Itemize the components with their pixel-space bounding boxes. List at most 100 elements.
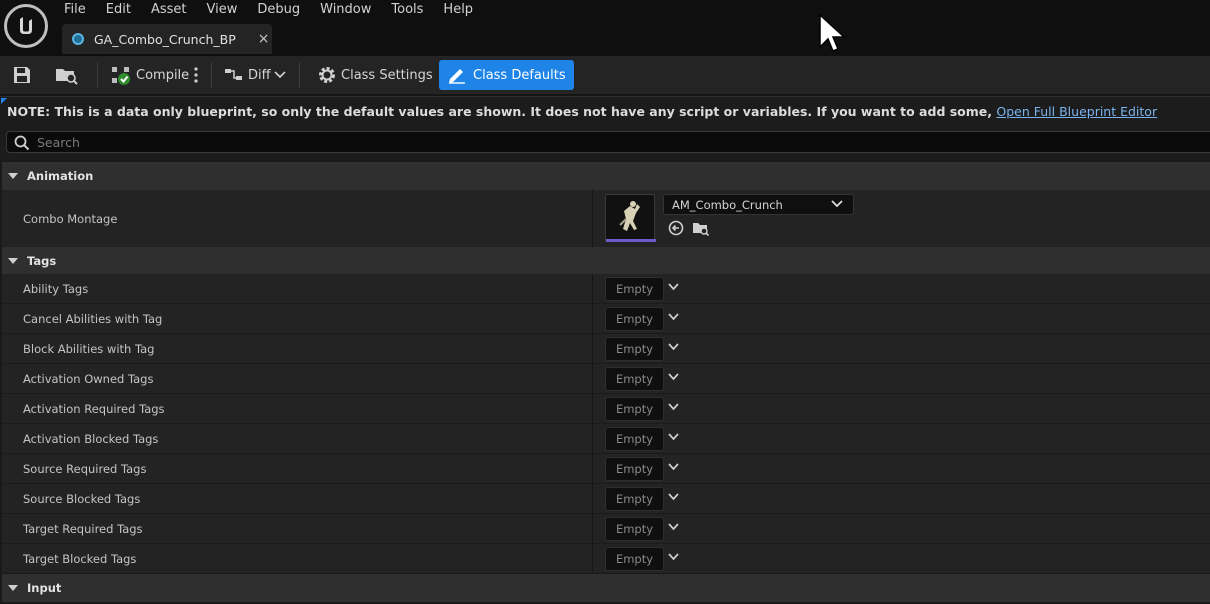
compile-options-button[interactable] bbox=[193, 60, 199, 90]
diff-button[interactable]: Diff bbox=[224, 60, 286, 90]
chevron-down-icon[interactable] bbox=[668, 343, 679, 351]
tag-row-block-abilities: Block Abilities with Tag Empty bbox=[2, 334, 1210, 364]
chevron-down-icon[interactable] bbox=[668, 283, 679, 291]
diff-label: Diff bbox=[248, 67, 271, 83]
combo-montage-dropdown[interactable]: AM_Combo_Crunch bbox=[663, 194, 854, 215]
property-label: Activation Owned Tags bbox=[23, 372, 154, 386]
notice-text-line: NOTE: This is a data only blueprint, so … bbox=[7, 104, 1157, 119]
search-input[interactable] bbox=[37, 134, 1137, 151]
tag-container-button[interactable]: Empty bbox=[605, 277, 664, 301]
chevron-down-icon bbox=[831, 200, 843, 208]
expand-arrow-icon bbox=[8, 173, 18, 179]
tag-row-activation-owned: Activation Owned Tags Empty bbox=[2, 364, 1210, 394]
menu-file[interactable]: File bbox=[54, 0, 96, 20]
column-divider bbox=[592, 394, 593, 423]
open-full-blueprint-editor-link[interactable]: Open Full Blueprint Editor bbox=[996, 104, 1157, 119]
column-divider bbox=[592, 514, 593, 543]
compile-label: Compile bbox=[136, 67, 190, 83]
tag-container-button[interactable]: Empty bbox=[605, 367, 664, 391]
save-button[interactable] bbox=[12, 60, 32, 90]
menu-view[interactable]: View bbox=[197, 0, 248, 20]
animation-montage-icon bbox=[619, 201, 640, 231]
chevron-down-icon[interactable] bbox=[668, 433, 679, 441]
save-icon bbox=[14, 67, 30, 83]
search-bar bbox=[0, 124, 1210, 160]
notice-text: NOTE: This is a data only blueprint, so … bbox=[7, 104, 993, 119]
tag-container-button[interactable]: Empty bbox=[605, 487, 664, 511]
chevron-down-icon bbox=[274, 71, 286, 79]
property-label: Block Abilities with Tag bbox=[23, 342, 155, 356]
menu-tools[interactable]: Tools bbox=[381, 0, 433, 20]
menu-edit[interactable]: Edit bbox=[96, 0, 141, 20]
class-defaults-label: Class Defaults bbox=[473, 67, 566, 83]
unreal-logo-icon[interactable] bbox=[4, 4, 48, 48]
search-icon bbox=[14, 135, 30, 151]
search-box bbox=[6, 131, 1210, 153]
column-divider bbox=[592, 544, 593, 573]
close-tab-button[interactable]: × bbox=[258, 31, 270, 47]
chevron-down-icon[interactable] bbox=[668, 313, 679, 321]
document-tab[interactable]: GA_Combo_Crunch_BP × bbox=[62, 24, 272, 54]
column-divider bbox=[592, 484, 593, 513]
tag-container-button[interactable]: Empty bbox=[605, 547, 664, 571]
toolbar-separator bbox=[299, 62, 300, 88]
chevron-down-icon[interactable] bbox=[668, 463, 679, 471]
tag-container-button[interactable]: Empty bbox=[605, 427, 664, 451]
column-divider bbox=[592, 274, 593, 303]
chevron-down-icon[interactable] bbox=[668, 373, 679, 381]
menu-debug[interactable]: Debug bbox=[247, 0, 310, 20]
tag-container-button[interactable]: Empty bbox=[605, 337, 664, 361]
column-divider bbox=[592, 190, 593, 248]
category-animation[interactable]: Animation bbox=[2, 162, 1210, 190]
menu-help[interactable]: Help bbox=[433, 0, 483, 20]
category-input[interactable]: Input bbox=[2, 574, 1210, 602]
tag-row-source-blocked: Source Blocked Tags Empty bbox=[2, 484, 1210, 514]
folder-search-icon bbox=[56, 69, 78, 85]
tag-row-target-blocked: Target Blocked Tags Empty bbox=[2, 544, 1210, 574]
browse-asset-icon[interactable] bbox=[692, 220, 710, 236]
column-divider bbox=[592, 334, 593, 363]
diff-icon bbox=[225, 69, 242, 80]
class-settings-label: Class Settings bbox=[341, 67, 433, 83]
property-label: Source Blocked Tags bbox=[23, 492, 141, 506]
property-label: Ability Tags bbox=[23, 282, 89, 296]
category-label: Tags bbox=[27, 254, 57, 268]
compile-button[interactable]: Compile bbox=[110, 60, 189, 90]
column-divider bbox=[592, 424, 593, 453]
browse-button[interactable] bbox=[55, 60, 79, 90]
class-defaults-button[interactable]: Class Defaults bbox=[439, 60, 574, 90]
tag-row-cancel-abilities: Cancel Abilities with Tag Empty bbox=[2, 304, 1210, 334]
category-tags[interactable]: Tags bbox=[2, 247, 1210, 275]
chevron-down-icon[interactable] bbox=[668, 523, 679, 531]
compile-check-icon bbox=[112, 67, 130, 85]
combo-montage-row: Combo Montage AM_Combo_Crunch bbox=[2, 190, 1210, 248]
menu-window[interactable]: Window bbox=[310, 0, 381, 20]
tag-container-button[interactable]: Empty bbox=[605, 397, 664, 421]
property-label: Cancel Abilities with Tag bbox=[23, 312, 163, 326]
gear-icon bbox=[319, 67, 335, 83]
tag-row-activation-blocked: Activation Blocked Tags Empty bbox=[2, 424, 1210, 454]
category-label: Input bbox=[27, 581, 62, 595]
property-label: Target Required Tags bbox=[23, 522, 143, 536]
property-label: Source Required Tags bbox=[23, 462, 147, 476]
asset-type-bar bbox=[606, 239, 656, 242]
title-bar: File Edit Asset View Debug Window Tools … bbox=[0, 0, 1210, 56]
toolbar-separator bbox=[97, 62, 98, 88]
property-label: Combo Montage bbox=[23, 212, 118, 226]
chevron-down-icon[interactable] bbox=[668, 403, 679, 411]
blueprint-icon bbox=[72, 33, 84, 45]
chevron-down-icon[interactable] bbox=[668, 553, 679, 561]
tag-container-button[interactable]: Empty bbox=[605, 307, 664, 331]
chevron-down-icon[interactable] bbox=[668, 493, 679, 501]
edit-icon bbox=[449, 69, 465, 84]
property-label: Activation Required Tags bbox=[23, 402, 165, 416]
class-settings-button[interactable]: Class Settings bbox=[317, 60, 433, 90]
more-vertical-icon bbox=[194, 67, 198, 83]
menu-asset[interactable]: Asset bbox=[141, 0, 197, 20]
montage-thumbnail[interactable] bbox=[605, 194, 656, 242]
use-selected-asset-icon[interactable] bbox=[668, 220, 684, 236]
category-label: Animation bbox=[27, 169, 94, 183]
tag-container-button[interactable]: Empty bbox=[605, 457, 664, 481]
combo-montage-value: AM_Combo_Crunch bbox=[672, 198, 783, 212]
tag-container-button[interactable]: Empty bbox=[605, 517, 664, 541]
